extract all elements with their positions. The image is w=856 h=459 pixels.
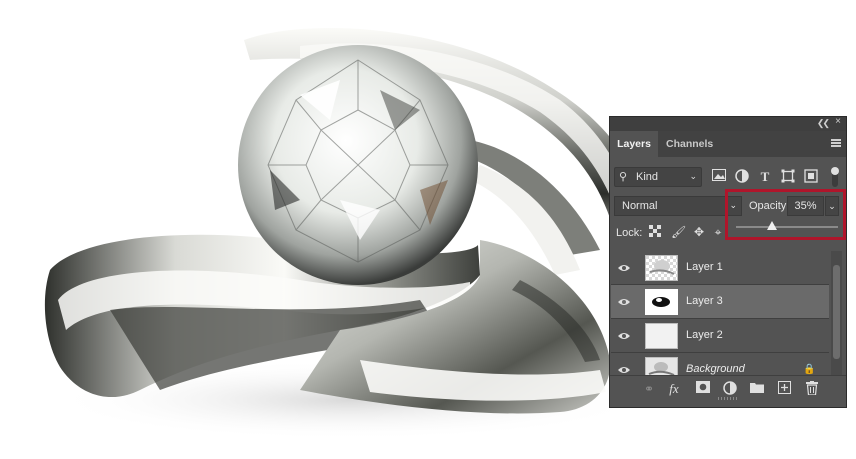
layer-thumbnail <box>645 255 678 281</box>
panel-title-bar[interactable]: ❮❮ × <box>610 116 846 131</box>
eye-icon[interactable] <box>618 262 630 274</box>
layer-thumbnail <box>645 357 678 375</box>
smart-object-filter-icon[interactable] <box>803 169 819 185</box>
layers-panel: ❮❮ × Layers Channels ⚲ Kind ⌄ T Normal ⌄… <box>609 116 847 408</box>
layer-name: Layer 1 <box>686 261 723 273</box>
type-filter-icon[interactable]: T <box>757 169 773 185</box>
lock-pixels-icon[interactable]: 🖌 <box>671 225 686 239</box>
hamburger-menu-icon[interactable] <box>831 139 841 147</box>
eye-icon[interactable] <box>618 296 630 308</box>
layer-row-layer-1[interactable]: Layer 1 <box>611 251 829 285</box>
adjustment-filter-icon[interactable] <box>734 169 750 185</box>
opacity-slider-thumb[interactable] <box>766 221 777 230</box>
layer-name: Layer 2 <box>686 329 723 341</box>
opacity-input[interactable]: 35% <box>787 196 824 216</box>
layers-scrollbar[interactable] <box>831 251 842 375</box>
search-icon: ⚲ <box>619 171 628 183</box>
eye-icon[interactable] <box>618 364 630 375</box>
filter-toggle[interactable] <box>831 167 839 187</box>
tab-layers[interactable]: Layers <box>610 131 658 157</box>
eye-icon[interactable] <box>618 330 630 342</box>
lock-artboard-icon[interactable]: ⌖ <box>711 225 725 239</box>
layer-name: Layer 3 <box>686 295 723 307</box>
layer-name: Background <box>686 363 745 375</box>
layer-row-layer-2[interactable]: Layer 2 <box>611 319 829 353</box>
new-group-icon[interactable] <box>749 381 765 397</box>
lock-transparent-icon[interactable] <box>648 225 662 239</box>
chevron-down-icon: ⌄ <box>689 171 697 181</box>
fx-icon[interactable]: fx <box>666 381 682 397</box>
opacity-label: Opacity: <box>749 200 790 212</box>
blend-mode-value: Normal <box>622 200 658 212</box>
adjustment-layer-icon[interactable] <box>722 381 738 397</box>
trash-icon[interactable] <box>804 381 820 397</box>
scrollbar-thumb[interactable] <box>833 265 840 359</box>
tab-channels[interactable]: Channels <box>666 131 713 157</box>
filter-kind-label: Kind <box>636 171 659 183</box>
layer-row-background[interactable]: Background 🔒 <box>611 353 829 375</box>
link-layers-icon[interactable]: ⚭ <box>641 381 657 397</box>
double-chevron-left-icon[interactable]: ❮❮ <box>817 118 830 129</box>
panel-tab-bar: Layers Channels <box>610 131 846 157</box>
layer-thumbnail <box>645 323 678 349</box>
add-mask-icon[interactable] <box>695 381 711 397</box>
image-filter-icon[interactable] <box>711 169 727 185</box>
opacity-dropdown-button[interactable]: ⌄ <box>825 196 839 216</box>
blend-mode-select[interactable]: Normal ⌄ <box>614 196 742 216</box>
close-icon[interactable]: × <box>835 116 841 127</box>
layer-row-layer-3[interactable]: Layer 3 <box>611 285 829 319</box>
layer-filter-select[interactable]: ⚲ Kind ⌄ <box>614 167 702 187</box>
panel-resize-grip[interactable] <box>718 397 738 400</box>
shape-filter-icon[interactable] <box>780 169 796 185</box>
lock-label: Lock: <box>616 227 643 239</box>
lock-position-icon[interactable]: ✥ <box>692 225 706 239</box>
lock-icon: 🔒 <box>803 364 816 375</box>
layer-thumbnail <box>645 289 678 315</box>
new-layer-icon[interactable] <box>776 381 792 397</box>
layers-list: Layer 1 Layer 3 Layer 2 Background 🔒 <box>611 251 829 375</box>
panel-bottom-bar: ⚭ fx <box>610 375 846 402</box>
opacity-slider-track[interactable] <box>736 226 838 228</box>
